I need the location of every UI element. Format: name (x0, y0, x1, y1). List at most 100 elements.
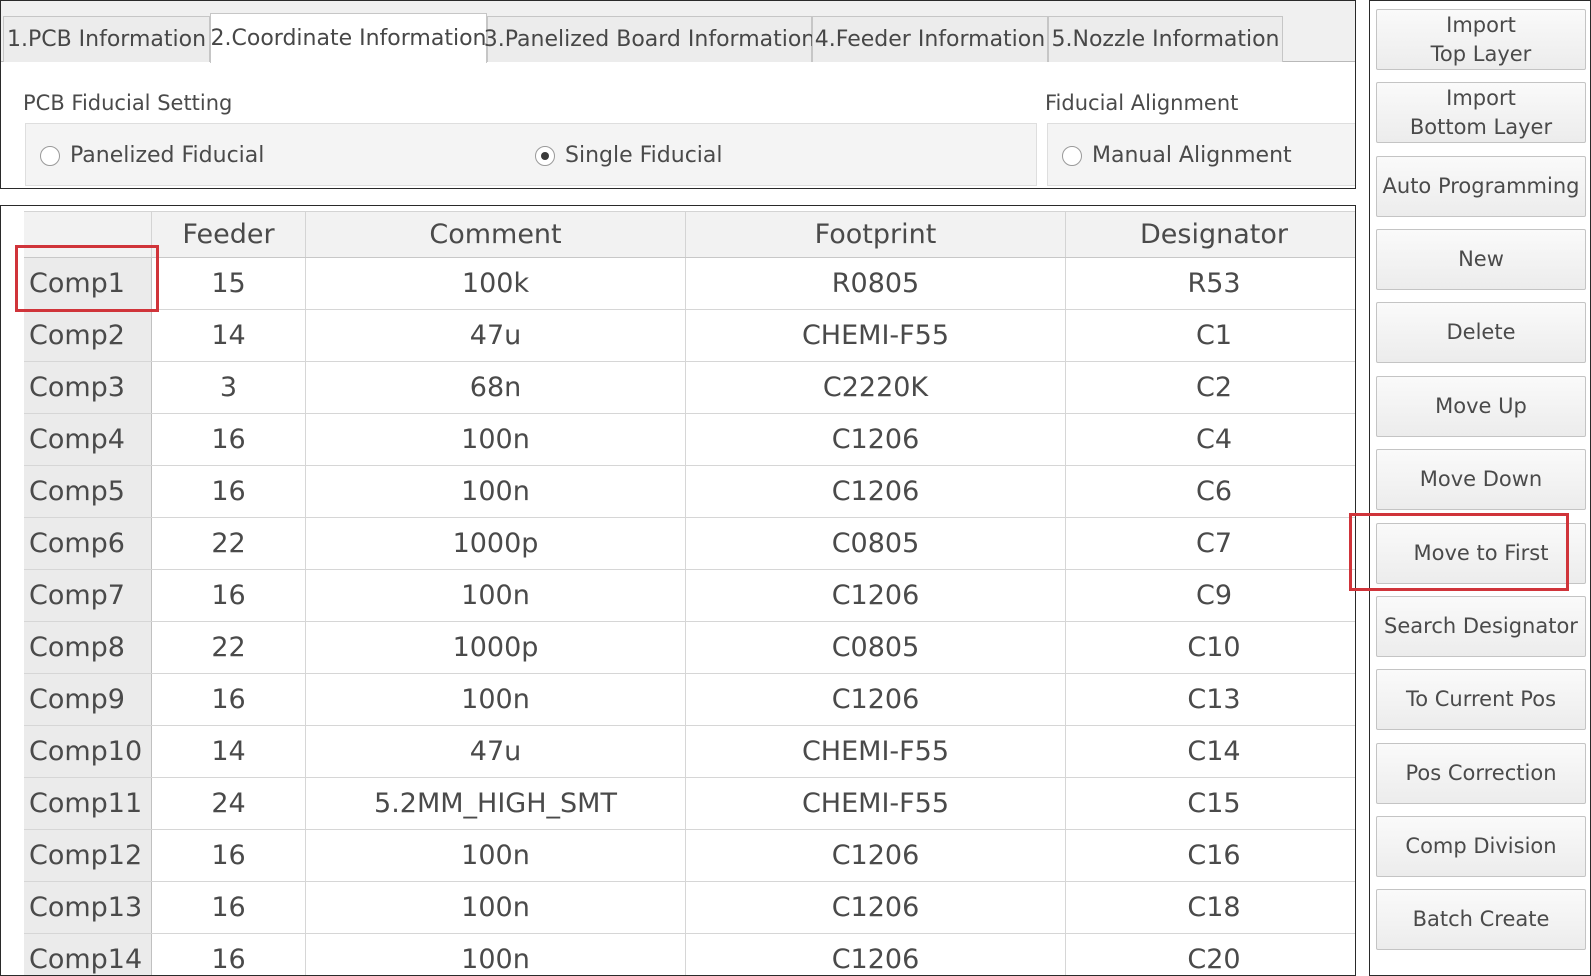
comp-division-button[interactable]: Comp Division (1376, 816, 1586, 877)
tab-nozzle-information[interactable]: 5.Nozzle Information (1048, 16, 1283, 62)
panelized-fiducial-radio[interactable]: Panelized Fiducial (40, 143, 264, 168)
footprint-cell[interactable]: C1206 (686, 570, 1066, 621)
comment-cell[interactable]: 100n (306, 830, 686, 881)
comment-cell[interactable]: 1000p (306, 518, 686, 569)
designator-cell[interactable]: C1 (1066, 310, 1355, 361)
comment-cell[interactable]: 100n (306, 414, 686, 465)
feeder-cell[interactable]: 16 (152, 414, 306, 465)
feeder-cell[interactable]: 22 (152, 622, 306, 673)
row-header-cell[interactable]: Comp14 (24, 934, 152, 975)
comment-cell[interactable]: 100n (306, 882, 686, 933)
comment-cell[interactable]: 68n (306, 362, 686, 413)
feeder-cell[interactable]: 16 (152, 934, 306, 975)
table-row[interactable]: Comp7 16 100n C1206 C9 (24, 570, 1355, 622)
feeder-cell[interactable]: 3 (152, 362, 306, 413)
row-header-cell[interactable]: Comp7 (24, 570, 152, 621)
designator-cell[interactable]: C2 (1066, 362, 1355, 413)
designator-cell[interactable]: C10 (1066, 622, 1355, 673)
designator-cell[interactable]: C4 (1066, 414, 1355, 465)
tab-pcb-information[interactable]: 1.PCB Information (3, 16, 210, 62)
row-header-cell[interactable]: Comp9 (24, 674, 152, 725)
designator-cell[interactable]: C20 (1066, 934, 1355, 975)
import-bottom-layer-button[interactable]: Import Bottom Layer (1376, 82, 1586, 143)
batch-create-button[interactable]: Batch Create (1376, 889, 1586, 950)
footprint-cell[interactable]: CHEMI-F55 (686, 778, 1066, 829)
row-header-cell[interactable]: Comp8 (24, 622, 152, 673)
feeder-cell[interactable]: 16 (152, 882, 306, 933)
search-designator-button[interactable]: Search Designator (1376, 596, 1586, 657)
comment-cell[interactable]: 100n (306, 570, 686, 621)
tab-feeder-information[interactable]: 4.Feeder Information (812, 16, 1048, 62)
table-row[interactable]: Comp12 16 100n C1206 C16 (24, 830, 1355, 882)
designator-cell[interactable]: C14 (1066, 726, 1355, 777)
row-header-cell[interactable]: Comp2 (24, 310, 152, 361)
footprint-cell[interactable]: CHEMI-F55 (686, 310, 1066, 361)
delete-button[interactable]: Delete (1376, 302, 1586, 363)
move-down-button[interactable]: Move Down (1376, 449, 1586, 510)
footprint-cell[interactable]: C1206 (686, 674, 1066, 725)
footprint-cell[interactable]: C1206 (686, 882, 1066, 933)
column-header-comment[interactable]: Comment (306, 212, 686, 257)
designator-cell[interactable]: C6 (1066, 466, 1355, 517)
row-header-cell[interactable]: Comp3 (24, 362, 152, 413)
footprint-cell[interactable]: CHEMI-F55 (686, 726, 1066, 777)
row-header-cell[interactable]: Comp11 (24, 778, 152, 829)
designator-cell[interactable]: C15 (1066, 778, 1355, 829)
designator-cell[interactable]: C13 (1066, 674, 1355, 725)
row-header-cell[interactable]: Comp12 (24, 830, 152, 881)
designator-cell[interactable]: C7 (1066, 518, 1355, 569)
row-header-cell[interactable]: Comp4 (24, 414, 152, 465)
to-current-pos-button[interactable]: To Current Pos (1376, 669, 1586, 730)
table-row[interactable]: Comp14 16 100n C1206 C20 (24, 934, 1355, 975)
table-row[interactable]: Comp3 3 68n C2220K C2 (24, 362, 1355, 414)
footprint-cell[interactable]: C1206 (686, 830, 1066, 881)
feeder-cell[interactable]: 16 (152, 570, 306, 621)
table-row[interactable]: Comp6 22 1000p C0805 C7 (24, 518, 1355, 570)
table-row[interactable]: Comp8 22 1000p C0805 C10 (24, 622, 1355, 674)
column-header-feeder[interactable]: Feeder (152, 212, 306, 257)
row-header-cell[interactable]: Comp5 (24, 466, 152, 517)
feeder-cell[interactable]: 14 (152, 310, 306, 361)
row-header-cell[interactable]: Comp10 (24, 726, 152, 777)
new-button[interactable]: New (1376, 229, 1586, 290)
table-row[interactable]: Comp13 16 100n C1206 C18 (24, 882, 1355, 934)
designator-cell[interactable]: C9 (1066, 570, 1355, 621)
comment-cell[interactable]: 5.2MM_HIGH_SMT (306, 778, 686, 829)
move-up-button[interactable]: Move Up (1376, 376, 1586, 437)
table-row[interactable]: Comp1 15 100k R0805 R53 (24, 258, 1355, 310)
feeder-cell[interactable]: 16 (152, 830, 306, 881)
feeder-cell[interactable]: 14 (152, 726, 306, 777)
table-row[interactable]: Comp2 14 47u CHEMI-F55 C1 (24, 310, 1355, 362)
comment-cell[interactable]: 47u (306, 310, 686, 361)
feeder-cell[interactable]: 15 (152, 258, 306, 309)
manual-alignment-radio[interactable]: Manual Alignment (1062, 143, 1292, 168)
footprint-cell[interactable]: C1206 (686, 466, 1066, 517)
auto-programming-button[interactable]: Auto Programming (1376, 156, 1586, 217)
row-header-cell[interactable]: Comp13 (24, 882, 152, 933)
feeder-cell[interactable]: 16 (152, 674, 306, 725)
table-row[interactable]: Comp9 16 100n C1206 C13 (24, 674, 1355, 726)
footprint-cell[interactable]: R0805 (686, 258, 1066, 309)
footprint-cell[interactable]: C2220K (686, 362, 1066, 413)
designator-cell[interactable]: C18 (1066, 882, 1355, 933)
row-header-cell[interactable]: Comp1 (24, 258, 152, 309)
table-row[interactable]: Comp11 24 5.2MM_HIGH_SMT CHEMI-F55 C15 (24, 778, 1355, 830)
move-to-first-button[interactable]: Move to First (1376, 523, 1586, 584)
table-row[interactable]: Comp5 16 100n C1206 C6 (24, 466, 1355, 518)
table-row[interactable]: Comp10 14 47u CHEMI-F55 C14 (24, 726, 1355, 778)
footprint-cell[interactable]: C0805 (686, 622, 1066, 673)
table-row[interactable]: Comp4 16 100n C1206 C4 (24, 414, 1355, 466)
tab-coordinate-information[interactable]: 2.Coordinate Information (210, 13, 487, 63)
footprint-cell[interactable]: C1206 (686, 934, 1066, 975)
comment-cell[interactable]: 100k (306, 258, 686, 309)
footprint-cell[interactable]: C0805 (686, 518, 1066, 569)
comment-cell[interactable]: 1000p (306, 622, 686, 673)
column-header-designator[interactable]: Designator (1066, 212, 1355, 257)
feeder-cell[interactable]: 22 (152, 518, 306, 569)
footprint-cell[interactable]: C1206 (686, 414, 1066, 465)
designator-cell[interactable]: C16 (1066, 830, 1355, 881)
designator-cell[interactable]: R53 (1066, 258, 1355, 309)
tab-panelized-board-information[interactable]: 3.Panelized Board Information (484, 16, 815, 62)
comment-cell[interactable]: 47u (306, 726, 686, 777)
feeder-cell[interactable]: 24 (152, 778, 306, 829)
